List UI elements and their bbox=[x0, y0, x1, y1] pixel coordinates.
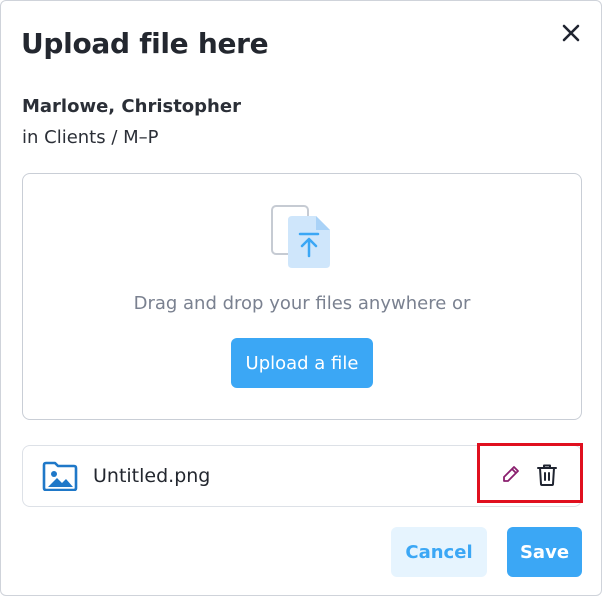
file-name: Untitled.png bbox=[93, 465, 211, 487]
upload-file-button[interactable]: Upload a file bbox=[231, 338, 373, 388]
client-path: in Clients / M–P bbox=[22, 127, 159, 148]
image-file-icon bbox=[42, 461, 78, 491]
file-upload-icon bbox=[271, 205, 330, 268]
file-dropzone[interactable]: Drag and drop your files anywhere or Upl… bbox=[22, 173, 582, 420]
cancel-button[interactable]: Cancel bbox=[391, 527, 487, 577]
dropzone-instruction: Drag and drop your files anywhere or bbox=[133, 293, 471, 314]
save-button[interactable]: Save bbox=[507, 527, 582, 577]
trash-icon[interactable] bbox=[536, 463, 558, 487]
client-name: Marlowe, Christopher bbox=[22, 96, 241, 117]
close-button[interactable] bbox=[557, 19, 585, 47]
upload-dialog: Upload file here Marlowe, Christopher in… bbox=[0, 0, 602, 596]
dialog-title: Upload file here bbox=[21, 27, 269, 60]
actions-highlight-box bbox=[477, 443, 583, 503]
close-icon bbox=[562, 24, 580, 42]
pencil-icon[interactable] bbox=[501, 464, 521, 484]
